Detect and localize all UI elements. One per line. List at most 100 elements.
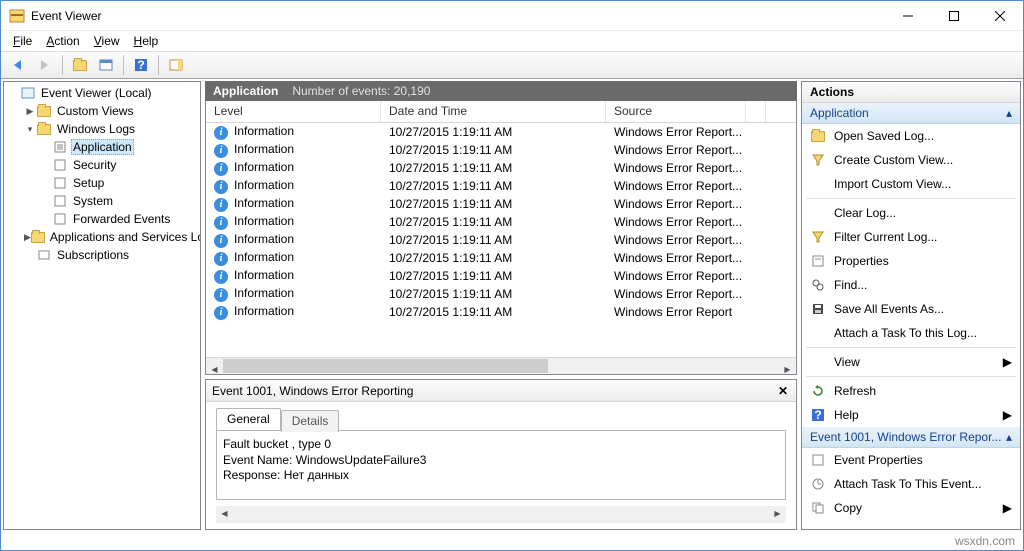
svg-text:?: ?: [137, 58, 144, 72]
tree-forwarded[interactable]: Forwarded Events: [4, 210, 200, 228]
table-row[interactable]: iInformation10/27/2015 1:19:11 AMWindows…: [206, 267, 796, 285]
separator: [806, 376, 1016, 377]
col-level[interactable]: Level: [206, 101, 381, 122]
detail-header: Event 1001, Windows Error Reporting ✕: [206, 380, 796, 402]
menu-file[interactable]: File: [7, 32, 38, 50]
information-icon: i: [214, 198, 228, 212]
action-import-custom-view[interactable]: Import Custom View...: [802, 172, 1020, 196]
action-find[interactable]: Find...: [802, 273, 1020, 297]
detail-title: Event 1001, Windows Error Reporting: [212, 384, 413, 398]
center-count: Number of events: 20,190: [292, 84, 430, 98]
information-icon: i: [214, 144, 228, 158]
detail-tabs: General Details: [206, 402, 796, 430]
table-row[interactable]: iInformation10/27/2015 1:19:11 AMWindows…: [206, 141, 796, 159]
copy-icon: [810, 500, 826, 516]
folder-button[interactable]: [68, 54, 92, 76]
action-create-custom-view[interactable]: Create Custom View...: [802, 148, 1020, 172]
panel-button[interactable]: [164, 54, 188, 76]
action-attach-task-event[interactable]: Attach Task To This Event...: [802, 472, 1020, 496]
center-header: Application Number of events: 20,190: [205, 81, 797, 101]
properties-icon: [810, 452, 826, 468]
grid-header: Level Date and Time Source: [206, 101, 796, 123]
detail-hscroll[interactable]: [216, 506, 786, 523]
action-event-properties[interactable]: Event Properties: [802, 448, 1020, 472]
find-icon: [810, 277, 826, 293]
menu-action[interactable]: Action: [40, 32, 85, 50]
back-button[interactable]: [7, 54, 31, 76]
title-bar: Event Viewer: [1, 1, 1023, 31]
tree-application[interactable]: Application: [4, 138, 200, 156]
col-date[interactable]: Date and Time: [381, 101, 606, 122]
menu-view[interactable]: View: [88, 32, 126, 50]
submenu-arrow-icon: ▶: [1003, 408, 1012, 422]
tree-apps-services[interactable]: ▶Applications and Services Lo: [4, 228, 200, 246]
action-properties[interactable]: Properties: [802, 249, 1020, 273]
action-open-saved-log[interactable]: Open Saved Log...: [802, 124, 1020, 148]
help-button[interactable]: ?: [129, 54, 153, 76]
information-icon: i: [214, 234, 228, 248]
action-attach-task[interactable]: Attach a Task To this Log...: [802, 321, 1020, 345]
information-icon: i: [214, 288, 228, 302]
save-icon: [810, 301, 826, 317]
tree-panel: Event Viewer (Local) ▶Custom Views ▾Wind…: [3, 81, 201, 530]
horizontal-scrollbar[interactable]: [206, 357, 796, 374]
blank-icon: [810, 325, 826, 341]
information-icon: i: [214, 180, 228, 194]
actions-title: Actions: [802, 82, 1020, 103]
blank-icon: [810, 176, 826, 192]
properties-button[interactable]: [94, 54, 118, 76]
filter-new-icon: [810, 152, 826, 168]
minimize-button[interactable]: [885, 1, 931, 31]
menu-help[interactable]: Help: [128, 32, 165, 50]
center-title: Application: [213, 84, 278, 98]
maximize-button[interactable]: [931, 1, 977, 31]
menu-bar: File Action View Help: [1, 31, 1023, 51]
tree-custom-views[interactable]: ▶Custom Views: [4, 102, 200, 120]
collapse-icon: ▴: [1006, 106, 1012, 120]
table-row[interactable]: iInformation10/27/2015 1:19:11 AMWindows…: [206, 285, 796, 303]
blank-icon: [810, 205, 826, 221]
tree-setup[interactable]: Setup: [4, 174, 200, 192]
tree-windows-logs[interactable]: ▾Windows Logs: [4, 120, 200, 138]
event-grid: Level Date and Time Source iInformation1…: [205, 101, 797, 375]
tree-subscriptions[interactable]: Subscriptions: [4, 246, 200, 264]
collapse-icon: ▴: [1006, 430, 1012, 444]
table-row[interactable]: iInformation10/27/2015 1:19:11 AMWindows…: [206, 123, 796, 141]
information-icon: i: [214, 216, 228, 230]
action-refresh[interactable]: Refresh: [802, 379, 1020, 403]
table-row[interactable]: iInformation10/27/2015 1:19:11 AMWindows…: [206, 213, 796, 231]
grid-body[interactable]: iInformation10/27/2015 1:19:11 AMWindows…: [206, 123, 796, 357]
action-save-all[interactable]: Save All Events As...: [802, 297, 1020, 321]
forward-button[interactable]: [33, 54, 57, 76]
table-row[interactable]: iInformation10/27/2015 1:19:11 AMWindows…: [206, 303, 796, 321]
action-clear-log[interactable]: Clear Log...: [802, 201, 1020, 225]
separator: [806, 347, 1016, 348]
detail-pane: Event 1001, Windows Error Reporting ✕ Ge…: [205, 379, 797, 530]
tab-general[interactable]: General: [216, 408, 281, 430]
close-button[interactable]: [977, 1, 1023, 31]
submenu-arrow-icon: ▶: [1003, 355, 1012, 369]
action-view[interactable]: View▶: [802, 350, 1020, 374]
action-help[interactable]: ?Help▶: [802, 403, 1020, 427]
table-row[interactable]: iInformation10/27/2015 1:19:11 AMWindows…: [206, 249, 796, 267]
actions-section-event[interactable]: Event 1001, Windows Error Repor...▴: [802, 427, 1020, 448]
detail-close-button[interactable]: ✕: [776, 384, 790, 398]
col-source[interactable]: Source: [606, 101, 746, 122]
table-row[interactable]: iInformation10/27/2015 1:19:11 AMWindows…: [206, 159, 796, 177]
actions-section-app[interactable]: Application▴: [802, 103, 1020, 124]
action-filter-log[interactable]: Filter Current Log...: [802, 225, 1020, 249]
tree-system[interactable]: System: [4, 192, 200, 210]
tree-security[interactable]: Security: [4, 156, 200, 174]
table-row[interactable]: iInformation10/27/2015 1:19:11 AMWindows…: [206, 177, 796, 195]
tab-details[interactable]: Details: [281, 410, 340, 432]
information-icon: i: [214, 162, 228, 176]
detail-body[interactable]: Fault bucket , type 0 Event Name: Window…: [216, 430, 786, 500]
footer-text: wsxdn.com: [955, 534, 1015, 548]
table-row[interactable]: iInformation10/27/2015 1:19:11 AMWindows…: [206, 195, 796, 213]
detail-line: Response: Нет данных: [223, 468, 779, 484]
toolbar: ?: [1, 51, 1023, 79]
table-row[interactable]: iInformation10/27/2015 1:19:11 AMWindows…: [206, 231, 796, 249]
tree-root[interactable]: Event Viewer (Local): [4, 84, 200, 102]
action-copy[interactable]: Copy▶: [802, 496, 1020, 520]
detail-line: Fault bucket , type 0: [223, 437, 779, 453]
